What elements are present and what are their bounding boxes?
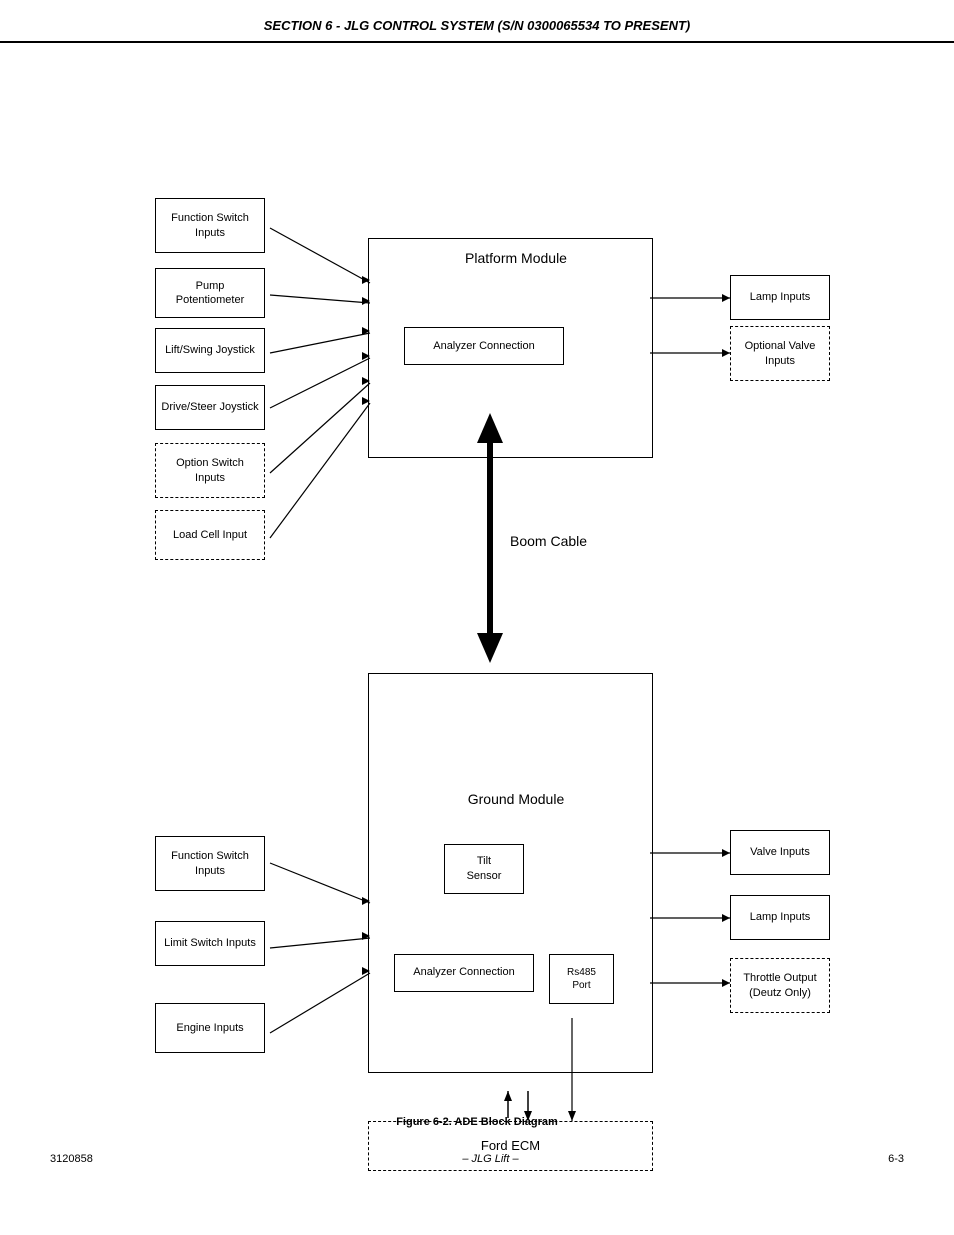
header-title: SECTION 6 - JLG CONTROL SYSTEM (S/N 0300… xyxy=(264,18,690,33)
lamp-inputs-bottom: Lamp Inputs xyxy=(730,895,830,940)
ground-module-title: Ground Module xyxy=(384,790,648,808)
lift-swing-joystick: Lift/Swing Joystick xyxy=(155,328,265,373)
lamp-inputs-top: Lamp Inputs xyxy=(730,275,830,320)
footer-center: – JLG Lift – xyxy=(462,1153,518,1165)
footer-left: 3120858 xyxy=(50,1153,93,1165)
figure-caption: Figure 6-2. ADE Block Diagram xyxy=(0,1116,954,1128)
rs485-port: Rs485 Port xyxy=(549,954,614,1004)
ground-module: Ground Module Tilt Sensor Analyzer Conne… xyxy=(368,673,653,1073)
platform-module: Platform Module Analyzer Connection xyxy=(368,238,653,458)
platform-module-title: Platform Module xyxy=(384,249,648,267)
optional-valve-inputs: Optional Valve Inputs xyxy=(730,326,830,381)
analyzer-connection-top: Analyzer Connection xyxy=(404,327,564,365)
func-switch-inputs-bottom: Function Switch Inputs xyxy=(155,836,265,891)
option-switch-inputs: Option Switch Inputs xyxy=(155,443,265,498)
footer-right: 6-3 xyxy=(888,1153,904,1165)
valve-inputs: Valve Inputs xyxy=(730,830,830,875)
pump-potentiometer: Pump Potentiometer xyxy=(155,268,265,318)
boom-cable-label: Boom Cable xyxy=(510,533,587,549)
page-header: SECTION 6 - JLG CONTROL SYSTEM (S/N 0300… xyxy=(0,0,954,43)
limit-switch-inputs: Limit Switch Inputs xyxy=(155,921,265,966)
drive-steer-joystick: Drive/Steer Joystick xyxy=(155,385,265,430)
footer: 3120858 – JLG Lift – 6-3 xyxy=(0,1153,954,1165)
tilt-sensor: Tilt Sensor xyxy=(444,844,524,894)
throttle-output: Throttle Output (Deutz Only) xyxy=(730,958,830,1013)
func-switch-inputs-top: Function Switch Inputs xyxy=(155,198,265,253)
diagram-area: Function Switch Inputs Pump Potentiomete… xyxy=(0,43,954,1183)
engine-inputs: Engine Inputs xyxy=(155,1003,265,1053)
analyzer-connection-bottom: Analyzer Connection xyxy=(394,954,534,992)
load-cell-input: Load Cell Input xyxy=(155,510,265,560)
